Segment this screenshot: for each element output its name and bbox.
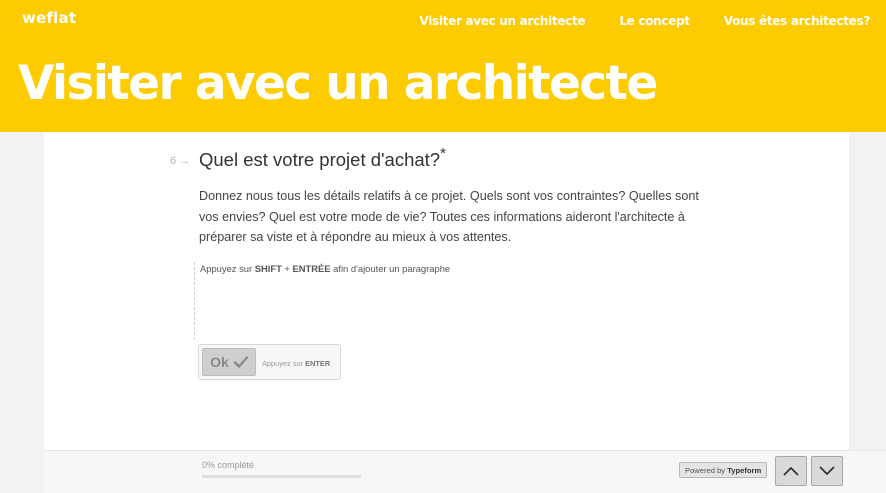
question-title-text: Quel est votre projet d'achat? — [199, 149, 441, 170]
hint-key-shift: SHIFT — [254, 263, 282, 274]
logo[interactable]: weflat — [22, 9, 76, 27]
main-nav: Visiter avec un architecte Le concept Vo… — [419, 14, 870, 28]
previous-question-button[interactable] — [775, 456, 807, 486]
ok-enter-hint: Appuyez sur ENTER — [262, 359, 330, 368]
nav-link-concept[interactable]: Le concept — [619, 14, 690, 28]
answer-textarea[interactable] — [199, 276, 683, 340]
progress-label: 0% complété — [202, 460, 255, 470]
nav-link-visiter[interactable]: Visiter avec un architecte — [419, 14, 585, 28]
page-title: Visiter avec un architecte — [18, 56, 658, 111]
answer-guide-line — [194, 262, 195, 340]
arrow-right-icon: → — [179, 155, 191, 167]
next-question-button[interactable] — [811, 456, 843, 486]
ok-hint-key: ENTER — [305, 359, 331, 368]
required-asterisk: * — [440, 145, 446, 162]
powered-prefix: Powered by — [685, 466, 728, 475]
question-title: Quel est votre projet d'achat?* — [199, 145, 446, 171]
powered-by-typeform-badge[interactable]: Powered by Typeform — [679, 462, 768, 478]
hint-plus: + — [281, 263, 293, 274]
site-header: weflat Visiter avec un architecte Le con… — [0, 0, 886, 132]
chevron-up-icon — [783, 467, 799, 476]
check-icon — [233, 356, 248, 368]
chevron-down-icon — [819, 466, 835, 475]
hint-key-entree: ENTRÉE — [292, 263, 331, 274]
ok-button[interactable]: Ok — [202, 348, 256, 376]
ok-button-label: Ok — [210, 354, 229, 370]
question-number: 6 → — [170, 155, 190, 167]
hint-suffix: afin d'ajouter un paragraphe — [330, 263, 451, 274]
ok-hint-prefix: Appuyez sur — [262, 359, 306, 368]
nav-link-architectes[interactable]: Vous êtes architectes? — [724, 14, 871, 28]
question-number-value: 6 — [170, 155, 177, 167]
progress-bar — [202, 475, 361, 478]
ok-button-group: Ok Appuyez sur ENTER — [198, 344, 341, 380]
shift-enter-hint: Appuyez sur SHIFT + ENTRÉE afin d'ajoute… — [200, 263, 450, 274]
powered-brand: Typeform — [727, 466, 762, 475]
hint-prefix: Appuyez sur — [200, 263, 255, 274]
question-description: Donnez nous tous les détails relatifs à … — [199, 189, 699, 244]
